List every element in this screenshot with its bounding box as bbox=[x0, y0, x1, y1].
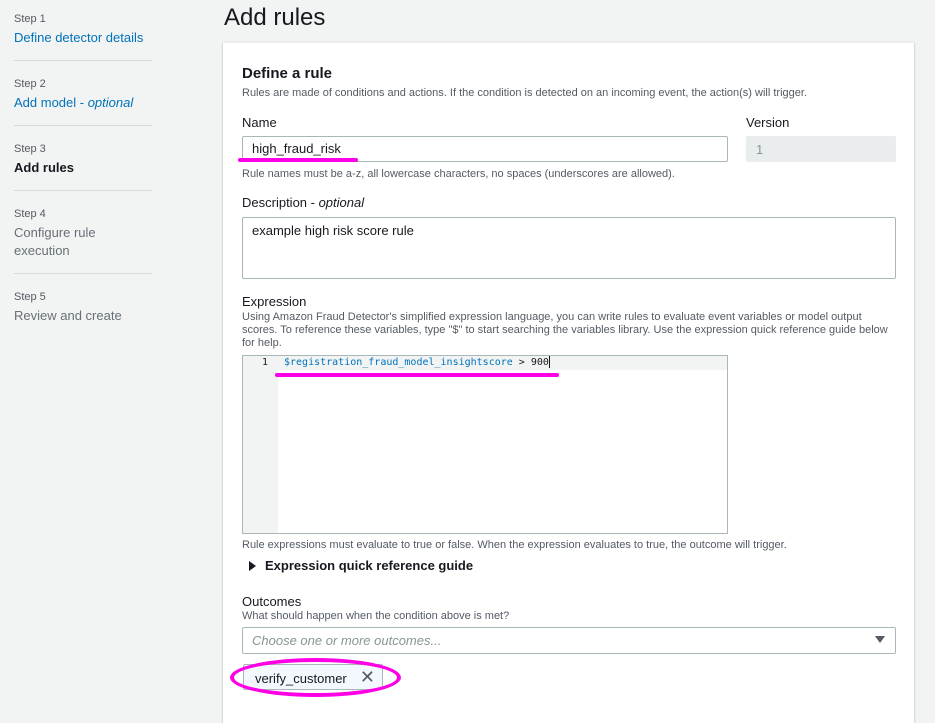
annotation-ellipse bbox=[230, 658, 401, 697]
step-link-add-model[interactable]: Add model - optional bbox=[14, 94, 152, 112]
step-5: Step 5 Review and create bbox=[14, 290, 152, 325]
step-current-add-rules: Add rules bbox=[14, 160, 74, 175]
expression-code-editor[interactable]: 1 $registration_fraud_model_insightscore… bbox=[242, 355, 728, 534]
step-divider bbox=[14, 273, 152, 274]
step-number: Step 5 bbox=[14, 291, 46, 303]
code-variable: $registration_fraud_model_insightscore bbox=[284, 357, 513, 368]
step-number: Step 4 bbox=[14, 208, 46, 220]
chevron-down-icon bbox=[875, 636, 885, 643]
caret-right-icon bbox=[249, 561, 256, 571]
expression-help-line: scores. To reference these variables, ty… bbox=[242, 324, 888, 336]
name-hint: Rule names must be a-z, all lowercase ch… bbox=[242, 168, 675, 180]
description-textarea[interactable]: example high risk score rule bbox=[242, 217, 896, 279]
step-number: Step 3 bbox=[14, 143, 46, 155]
version-label: Version bbox=[746, 115, 790, 130]
expression-help: Using Amazon Fraud Detector's simplified… bbox=[242, 311, 902, 350]
step-2: Step 2 Add model - optional bbox=[14, 77, 152, 112]
step-divider bbox=[14, 190, 152, 191]
annotation-underline bbox=[238, 158, 358, 162]
annotation-underline bbox=[275, 373, 559, 377]
line-number: 1 bbox=[261, 357, 268, 368]
step-link-define-detector[interactable]: Define detector details bbox=[14, 29, 152, 47]
step-title-line: execution bbox=[14, 243, 70, 258]
panel-description: Rules are made of conditions and actions… bbox=[242, 87, 807, 99]
code-number: 900 bbox=[530, 357, 549, 368]
outcomes-label: Outcomes bbox=[242, 594, 302, 609]
code-line: $registration_fraud_model_insightscore >… bbox=[284, 356, 550, 370]
outcomes-placeholder: Choose one or more outcomes... bbox=[252, 633, 442, 648]
expression-help-line: for help. bbox=[242, 337, 282, 349]
code-operator: > bbox=[512, 357, 531, 368]
version-input: 1 bbox=[746, 136, 896, 162]
description-label: Description - optional bbox=[242, 195, 364, 210]
outcomes-multiselect[interactable]: Choose one or more outcomes... bbox=[242, 627, 896, 654]
step-title-line: Configure rule bbox=[14, 225, 96, 240]
page-title: Add rules bbox=[224, 4, 326, 31]
step-divider bbox=[14, 125, 152, 126]
optional-label: optional bbox=[318, 195, 365, 210]
step-number: Step 2 bbox=[14, 78, 46, 90]
optional-label: optional bbox=[87, 95, 134, 110]
editor-gutter bbox=[243, 356, 278, 533]
name-label: Name bbox=[242, 115, 277, 130]
step-1: Step 1 Define detector details bbox=[14, 12, 152, 47]
step-4: Step 4 Configure rule execution bbox=[14, 207, 152, 260]
expression-label: Expression bbox=[242, 294, 307, 309]
reference-guide-expander[interactable]: Expression quick reference guide bbox=[247, 557, 487, 575]
step-review-and-create: Review and create bbox=[14, 308, 122, 323]
reference-guide-label: Expression quick reference guide bbox=[265, 558, 474, 573]
wizard-steps-nav: Step 1 Define detector details Step 2 Ad… bbox=[0, 0, 165, 697]
outcomes-hint: What should happen when the condition ab… bbox=[242, 610, 510, 622]
text-cursor bbox=[548, 356, 550, 368]
panel-heading: Define a rule bbox=[242, 65, 333, 82]
define-rule-panel: Define a rule Rules are made of conditio… bbox=[223, 42, 914, 723]
step-3: Step 3 Add rules bbox=[14, 142, 152, 177]
expression-hint: Rule expressions must evaluate to true o… bbox=[242, 539, 787, 551]
step-divider bbox=[14, 60, 152, 61]
step-number: Step 1 bbox=[14, 13, 46, 25]
expression-help-line: Using Amazon Fraud Detector's simplified… bbox=[242, 311, 862, 323]
description-label-text: Description - bbox=[242, 195, 319, 210]
step-title-text: Add model - bbox=[14, 95, 88, 110]
step-configure-rule-execution: Configure rule execution bbox=[14, 224, 152, 260]
